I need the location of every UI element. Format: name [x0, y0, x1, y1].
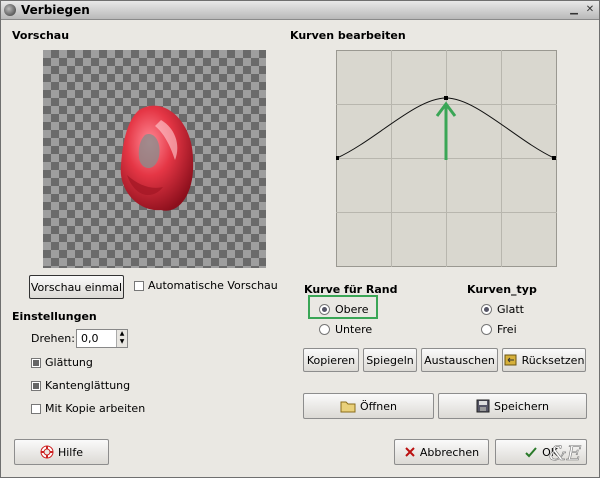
lifebuoy-icon: [40, 445, 54, 459]
swap-button-label: Austauschen: [424, 353, 495, 367]
antialias-checkbox[interactable]: [31, 381, 41, 391]
mirror-button[interactable]: Spiegeln: [363, 348, 417, 372]
spin-arrows[interactable]: ▲ ▼: [116, 330, 127, 347]
save-button-label: Speichern: [494, 399, 549, 413]
type-heading: Kurven_typ: [467, 283, 537, 296]
type-free-radio[interactable]: [481, 324, 492, 335]
help-button[interactable]: Hilfe: [14, 439, 109, 465]
cancel-icon: [405, 447, 415, 457]
dialog-window: Verbiegen ▁ ✕ Vorschau Vorschau einmal A…: [0, 0, 600, 478]
close-icon[interactable]: ✕: [583, 3, 597, 16]
edge-upper-radio[interactable]: [319, 304, 330, 315]
copy-mode-label: Mit Kopie arbeiten: [45, 402, 146, 415]
swap-button[interactable]: Austauschen: [421, 348, 498, 372]
edge-upper-label: Obere: [335, 303, 369, 316]
reset-button[interactable]: Rücksetzen: [502, 348, 586, 372]
app-icon[interactable]: [4, 4, 16, 16]
floppy-icon: [476, 399, 490, 413]
preview-heading: Vorschau: [12, 29, 70, 42]
preview-once-label: Vorschau einmal: [30, 280, 123, 294]
curve-heading: Kurven bearbeiten: [290, 29, 406, 42]
smoothing-checkbox[interactable]: [31, 358, 41, 368]
smoothing-label: Glättung: [45, 356, 93, 369]
copy-button[interactable]: Kopieren: [303, 348, 359, 372]
help-button-label: Hilfe: [57, 445, 84, 459]
ok-icon: [525, 447, 537, 458]
window-title: Verbiegen: [21, 3, 90, 17]
settings-heading: Einstellungen: [12, 310, 97, 323]
auto-preview-checkbox[interactable]: [134, 281, 144, 291]
folder-icon: [340, 401, 356, 413]
antialias-label: Kantenglättung: [45, 379, 131, 392]
edge-lower-label: Untere: [335, 323, 373, 336]
edge-lower-radio[interactable]: [319, 324, 330, 335]
preview-canvas: [43, 50, 266, 268]
svg-text:&E: &E: [549, 441, 582, 465]
type-smooth-radio[interactable]: [481, 304, 492, 315]
preview-object: [120, 105, 194, 211]
title-bar[interactable]: Verbiegen ▁ ✕: [1, 1, 599, 20]
type-free-label: Frei: [497, 323, 517, 336]
copy-mode-checkbox[interactable]: [31, 404, 41, 414]
cancel-button[interactable]: Abbrechen: [394, 439, 489, 465]
rotate-spinbox[interactable]: 0,0 ▲ ▼: [76, 329, 128, 348]
reset-button-label: Rücksetzen: [521, 353, 585, 367]
rotate-value: 0,0: [81, 332, 99, 345]
type-smooth-label: Glatt: [497, 303, 524, 316]
reset-icon: [504, 354, 517, 366]
cancel-button-label: Abbrechen: [419, 445, 480, 459]
minimize-icon[interactable]: ▁: [567, 3, 581, 16]
open-button[interactable]: Öffnen: [303, 393, 434, 419]
mirror-button-label: Spiegeln: [366, 353, 414, 367]
curve-editor[interactable]: [336, 50, 558, 268]
copy-button-label: Kopieren: [306, 353, 356, 367]
watermark-logo: &E: [549, 441, 582, 466]
save-button[interactable]: Speichern: [438, 393, 587, 419]
preview-once-button[interactable]: Vorschau einmal: [29, 275, 124, 299]
open-button-label: Öffnen: [360, 399, 397, 413]
auto-preview-label: Automatische Vorschau: [148, 279, 278, 292]
rotate-label: Drehen:: [31, 332, 75, 345]
